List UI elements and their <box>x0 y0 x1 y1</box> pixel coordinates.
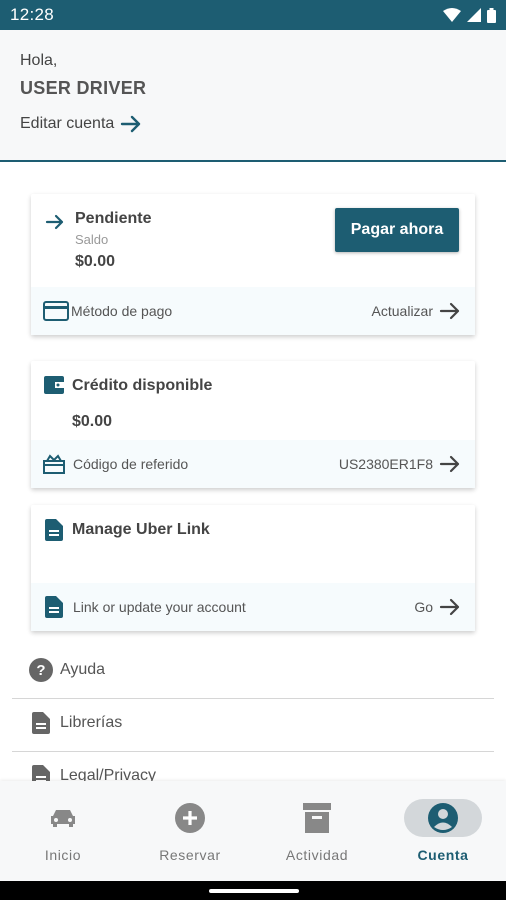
status-bar: 12:28 <box>0 0 506 30</box>
link-account-label: Link or update your account <box>73 599 246 615</box>
archive-icon <box>278 799 356 837</box>
referral-code-link[interactable]: US2380ER1F8 <box>339 455 461 473</box>
go-label: Go <box>414 599 433 615</box>
credit-card-icon <box>43 301 69 321</box>
nav-tab-home[interactable]: Inicio <box>0 781 126 881</box>
gift-icon <box>43 454 65 474</box>
pending-amount: $0.00 <box>75 253 116 270</box>
nav-tab-account[interactable]: Cuenta <box>380 781 506 881</box>
status-time: 12:28 <box>10 5 55 24</box>
signal-icon <box>467 8 481 22</box>
home-indicator[interactable] <box>209 889 299 893</box>
document-icon <box>45 519 63 541</box>
system-icons <box>443 7 496 23</box>
arrow-right-icon <box>439 302 460 320</box>
menu-item-label: Ayuda <box>60 661 106 678</box>
svg-text:?: ? <box>36 662 45 679</box>
nav-label: Inicio <box>44 847 82 863</box>
link-account-row[interactable]: Link or update your account Go <box>31 583 475 631</box>
credit-amount: $0.00 <box>72 413 113 430</box>
payment-method-label: Método de pago <box>71 303 173 319</box>
help-circle-icon: ? <box>28 657 54 683</box>
car-icon <box>24 799 102 837</box>
gesture-bar <box>0 881 506 900</box>
wallet-icon <box>44 376 64 394</box>
nav-label: Reservar <box>159 847 221 863</box>
document-icon <box>28 710 54 736</box>
arrow-right-icon <box>439 455 460 473</box>
edit-account-label: Editar cuenta <box>20 115 115 132</box>
update-label: Actualizar <box>371 303 433 319</box>
manage-uber-link-card: Manage Uber Link Link or update your acc… <box>31 505 475 631</box>
nav-tab-activity[interactable]: Actividad <box>254 781 380 881</box>
edit-account-link[interactable]: Editar cuenta <box>20 115 486 133</box>
uber-link-title: Manage Uber Link <box>72 521 210 538</box>
document-icon <box>45 596 63 618</box>
payment-method-row[interactable]: Método de pago Actualizar <box>31 287 475 335</box>
menu-item-libraries[interactable]: Librerías <box>12 697 494 749</box>
account-header: Hola, USER DRIVER Editar cuenta <box>0 30 506 162</box>
go-link[interactable]: Go <box>414 598 461 616</box>
user-name: USER DRIVER <box>20 78 147 98</box>
pending-balance-card: Pendiente Saldo $0.00 Pagar ahora Método… <box>31 194 475 335</box>
menu-item-label: Librerías <box>60 714 123 731</box>
update-payment-link[interactable]: Actualizar <box>372 302 461 320</box>
menu-item-help[interactable]: ? Ayuda <box>12 644 494 696</box>
nav-label: Actividad <box>285 847 349 863</box>
available-credit-card: Crédito disponible $0.00 Código de refer… <box>31 361 475 488</box>
referral-code-row[interactable]: Código de referido US2380ER1F8 <box>31 440 475 488</box>
greeting-text: Hola, <box>20 52 58 69</box>
arrow-right-icon <box>45 214 64 230</box>
nav-label: Cuenta <box>417 847 469 863</box>
arrow-right-icon <box>439 598 460 616</box>
arrow-right-icon <box>121 115 141 133</box>
credit-title: Crédito disponible <box>72 377 213 394</box>
referral-code-value: US2380ER1F8 <box>338 456 433 472</box>
pay-now-button[interactable]: Pagar ahora <box>335 208 459 252</box>
wifi-icon <box>443 8 461 22</box>
nav-tab-reserve[interactable]: Reservar <box>127 781 253 881</box>
account-circle-icon <box>404 799 482 837</box>
battery-icon <box>487 7 496 23</box>
referral-code-label: Código de referido <box>73 456 189 472</box>
add-circle-icon <box>151 799 229 837</box>
bottom-navigation: Inicio Reservar Actividad Cuenta <box>0 781 506 881</box>
